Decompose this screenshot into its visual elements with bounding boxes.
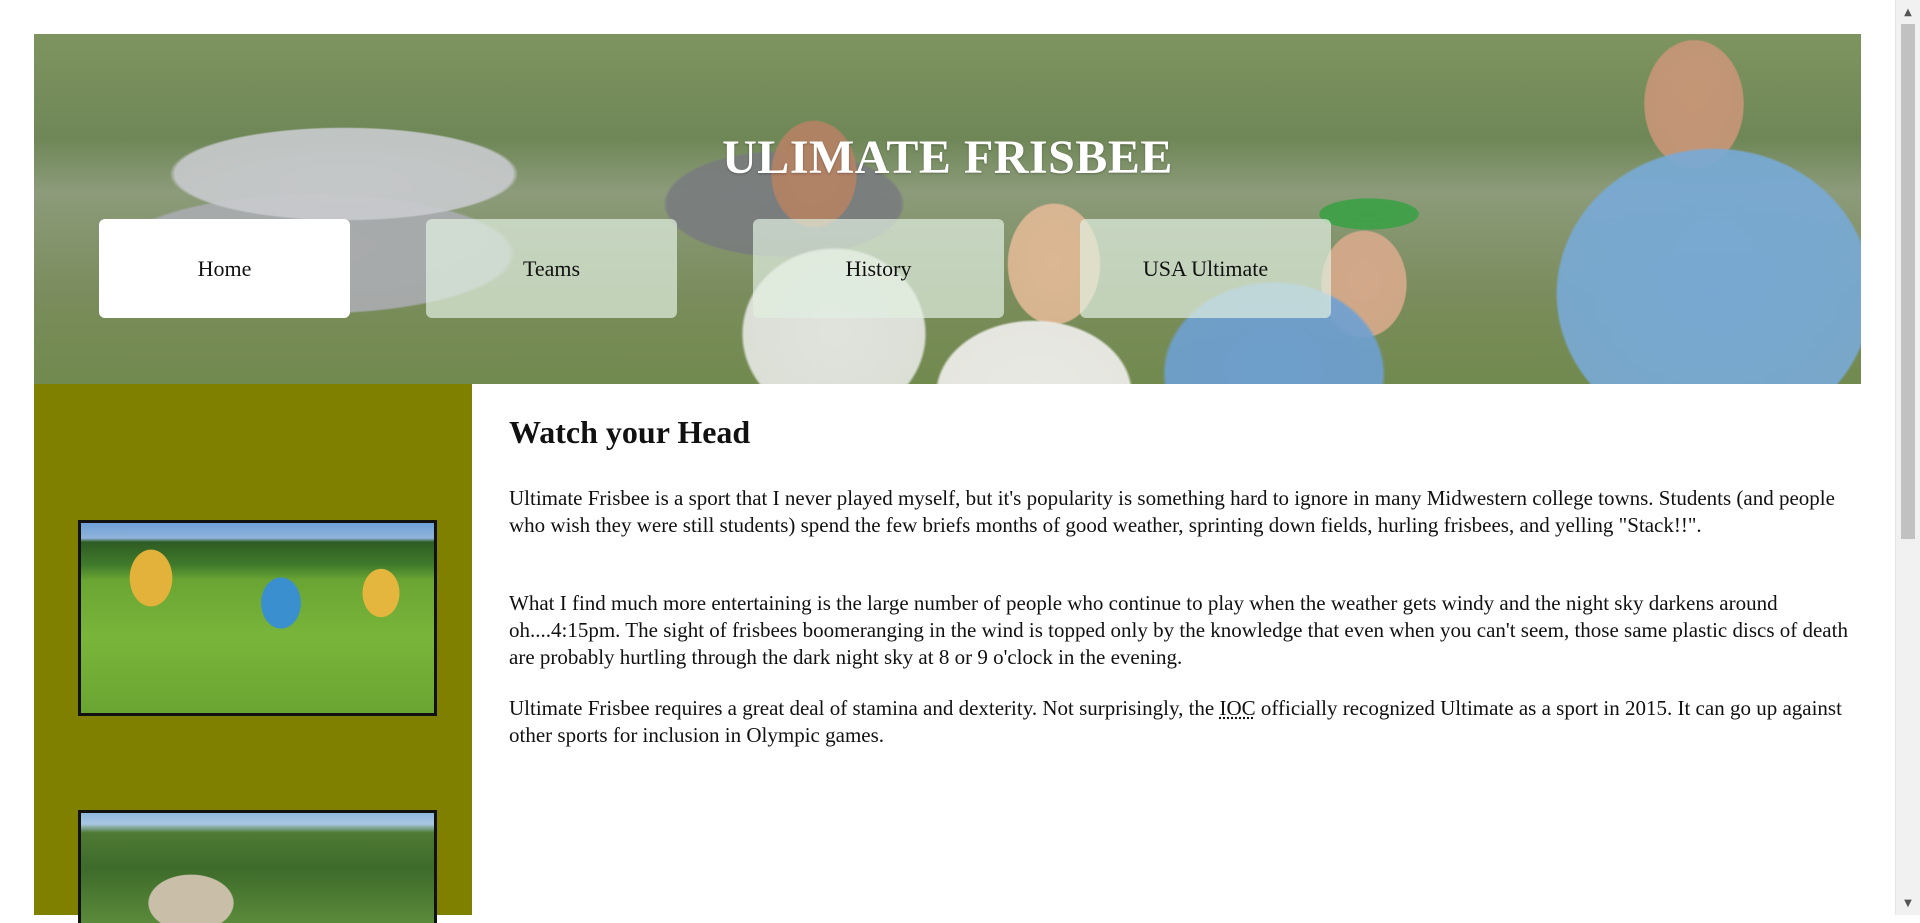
site-title: ULIMATE FRISBEE (722, 131, 1173, 184)
ioc-abbreviation[interactable]: IOC (1219, 696, 1255, 720)
page: ULIMATE FRISBEE Home Teams History USA U… (34, 34, 1861, 915)
nav-item-label: USA Ultimate (1142, 255, 1269, 281)
nav-item-history[interactable]: History (753, 219, 1004, 318)
paragraph-text: Ultimate Frisbee requires a great deal o… (509, 696, 1220, 720)
article-paragraph-3: Ultimate Frisbee requires a great deal o… (509, 695, 1861, 749)
scroll-down-arrow-icon[interactable]: ▼ (1896, 893, 1920, 913)
nav-item-usa-ultimate[interactable]: USA Ultimate (1080, 219, 1331, 318)
article-paragraph-2: What I find much more entertaining is th… (509, 591, 1848, 669)
nav-item-label: History (845, 255, 912, 281)
page-scrollbar[interactable]: ▲ ▼ (1895, 0, 1920, 915)
article-paragraph-1: Ultimate Frisbee is a sport that I never… (509, 486, 1835, 537)
scroll-up-arrow-icon[interactable]: ▲ (1896, 2, 1920, 22)
sidebar-photo-players (78, 520, 437, 716)
nav-item-home[interactable]: Home (99, 219, 350, 318)
sidebar-photo-houses (78, 810, 437, 923)
article-heading: Watch your Head (509, 414, 751, 450)
nav-item-label: Teams (522, 255, 581, 281)
nav-item-teams[interactable]: Teams (426, 219, 677, 318)
scrollbar-thumb[interactable] (1901, 24, 1915, 539)
header-banner: ULIMATE FRISBEE Home Teams History USA U… (34, 34, 1861, 384)
nav-item-label: Home (197, 255, 252, 281)
